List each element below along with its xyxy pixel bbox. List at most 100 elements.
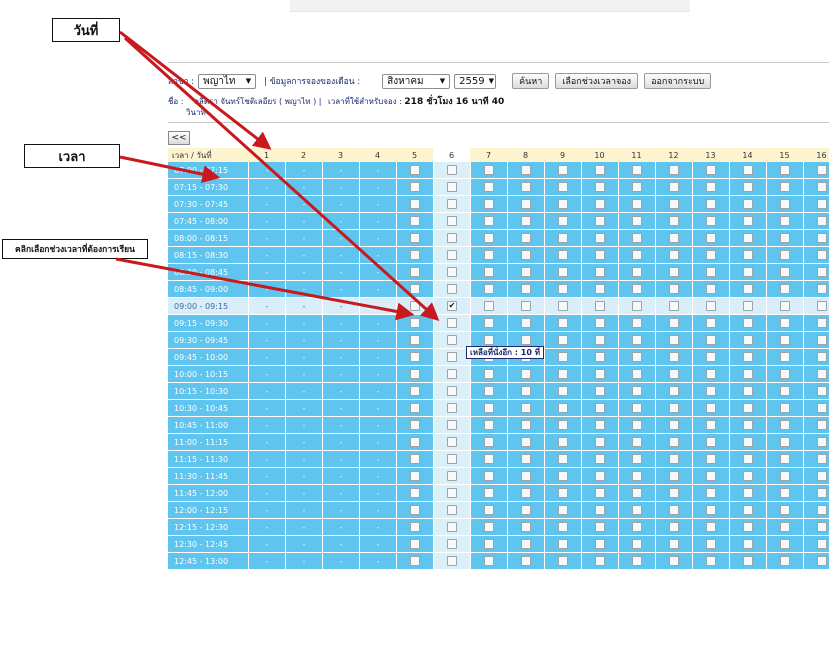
slot-checkbox[interactable] bbox=[521, 505, 531, 515]
slot-checkbox[interactable] bbox=[817, 335, 827, 345]
slot-checkbox[interactable] bbox=[521, 301, 531, 311]
slot-checkbox[interactable] bbox=[484, 301, 494, 311]
slot-checkbox[interactable] bbox=[447, 403, 457, 413]
slot-checkbox[interactable] bbox=[521, 471, 531, 481]
slot-checkbox[interactable] bbox=[521, 165, 531, 175]
slot-checkbox[interactable] bbox=[780, 505, 790, 515]
slot-checkbox[interactable] bbox=[817, 522, 827, 532]
slot-checkbox[interactable] bbox=[817, 556, 827, 566]
slot-checkbox[interactable] bbox=[410, 233, 420, 243]
slot-checkbox[interactable] bbox=[558, 369, 568, 379]
slot-checkbox[interactable] bbox=[632, 284, 642, 294]
slot-checkbox[interactable] bbox=[558, 233, 568, 243]
slot-checkbox[interactable] bbox=[743, 505, 753, 515]
slot-checkbox[interactable] bbox=[632, 216, 642, 226]
slot-checkbox[interactable] bbox=[484, 335, 494, 345]
slot-checkbox[interactable] bbox=[447, 352, 457, 362]
slot-checkbox[interactable] bbox=[780, 250, 790, 260]
slot-checkbox[interactable] bbox=[558, 437, 568, 447]
slot-checkbox[interactable] bbox=[558, 301, 568, 311]
slot-checkbox[interactable] bbox=[558, 250, 568, 260]
slot-checkbox[interactable] bbox=[780, 386, 790, 396]
previous-page-button[interactable]: << bbox=[168, 131, 190, 145]
slot-checkbox[interactable] bbox=[669, 335, 679, 345]
slot-checkbox[interactable] bbox=[817, 318, 827, 328]
slot-checkbox[interactable] bbox=[706, 233, 716, 243]
slot-checkbox[interactable] bbox=[410, 369, 420, 379]
slot-checkbox[interactable] bbox=[743, 437, 753, 447]
slot-checkbox[interactable] bbox=[632, 539, 642, 549]
slot-checkbox[interactable] bbox=[669, 454, 679, 464]
slot-checkbox[interactable] bbox=[706, 437, 716, 447]
slot-checkbox[interactable] bbox=[669, 556, 679, 566]
slot-checkbox[interactable] bbox=[410, 539, 420, 549]
slot-checkbox[interactable] bbox=[410, 335, 420, 345]
slot-checkbox[interactable] bbox=[410, 403, 420, 413]
slot-checkbox[interactable] bbox=[817, 250, 827, 260]
slot-checkbox[interactable] bbox=[743, 318, 753, 328]
slot-checkbox[interactable] bbox=[706, 471, 716, 481]
slot-checkbox[interactable] bbox=[447, 369, 457, 379]
slot-checkbox[interactable] bbox=[484, 233, 494, 243]
slot-checkbox[interactable] bbox=[484, 165, 494, 175]
slot-checkbox[interactable] bbox=[669, 522, 679, 532]
slot-checkbox[interactable] bbox=[558, 267, 568, 277]
slot-checkbox[interactable] bbox=[521, 318, 531, 328]
slot-checkbox[interactable] bbox=[817, 182, 827, 192]
slot-checkbox[interactable] bbox=[706, 182, 716, 192]
slot-checkbox[interactable] bbox=[669, 284, 679, 294]
slot-checkbox[interactable] bbox=[521, 522, 531, 532]
slot-checkbox[interactable] bbox=[558, 403, 568, 413]
slot-checkbox[interactable] bbox=[558, 505, 568, 515]
slot-checkbox[interactable] bbox=[595, 284, 605, 294]
slot-checkbox[interactable] bbox=[743, 471, 753, 481]
slot-checkbox[interactable] bbox=[521, 437, 531, 447]
slot-checkbox[interactable] bbox=[595, 522, 605, 532]
slot-checkbox[interactable] bbox=[669, 420, 679, 430]
slot-checkbox[interactable] bbox=[521, 233, 531, 243]
slot-checkbox[interactable] bbox=[595, 267, 605, 277]
slot-checkbox[interactable] bbox=[669, 505, 679, 515]
slot-checkbox[interactable] bbox=[447, 250, 457, 260]
slot-checkbox[interactable] bbox=[595, 403, 605, 413]
slot-checkbox[interactable] bbox=[558, 454, 568, 464]
slot-checkbox[interactable] bbox=[484, 539, 494, 549]
slot-checkbox[interactable] bbox=[595, 199, 605, 209]
slot-checkbox[interactable] bbox=[669, 437, 679, 447]
slot-checkbox[interactable] bbox=[410, 318, 420, 328]
slot-checkbox[interactable] bbox=[706, 556, 716, 566]
search-button[interactable]: ค้นหา bbox=[512, 73, 550, 89]
slot-checkbox[interactable] bbox=[780, 284, 790, 294]
slot-checkbox[interactable] bbox=[817, 199, 827, 209]
slot-checkbox[interactable] bbox=[706, 522, 716, 532]
slot-checkbox[interactable] bbox=[558, 165, 568, 175]
slot-checkbox[interactable] bbox=[632, 488, 642, 498]
slot-checkbox[interactable] bbox=[706, 267, 716, 277]
slot-checkbox[interactable] bbox=[410, 284, 420, 294]
slot-checkbox[interactable] bbox=[558, 488, 568, 498]
slot-checkbox[interactable] bbox=[521, 216, 531, 226]
slot-checkbox[interactable] bbox=[780, 454, 790, 464]
slot-checkbox[interactable] bbox=[780, 233, 790, 243]
slot-checkbox[interactable] bbox=[780, 369, 790, 379]
slot-checkbox[interactable] bbox=[410, 437, 420, 447]
slot-checkbox[interactable] bbox=[743, 216, 753, 226]
slot-checkbox[interactable] bbox=[632, 250, 642, 260]
slot-checkbox[interactable] bbox=[595, 386, 605, 396]
slot-checkbox[interactable] bbox=[484, 284, 494, 294]
slot-checkbox[interactable] bbox=[595, 454, 605, 464]
slot-checkbox[interactable] bbox=[521, 386, 531, 396]
slot-checkbox-checked[interactable]: ✔ bbox=[447, 301, 457, 311]
slot-checkbox[interactable] bbox=[669, 233, 679, 243]
slot-checkbox[interactable] bbox=[743, 301, 753, 311]
slot-checkbox[interactable] bbox=[410, 352, 420, 362]
slot-checkbox[interactable] bbox=[780, 267, 790, 277]
slot-checkbox[interactable] bbox=[484, 488, 494, 498]
slot-checkbox[interactable] bbox=[669, 216, 679, 226]
slot-checkbox[interactable] bbox=[706, 335, 716, 345]
slot-checkbox[interactable] bbox=[410, 199, 420, 209]
slot-checkbox[interactable] bbox=[521, 454, 531, 464]
slot-checkbox[interactable] bbox=[632, 369, 642, 379]
slot-checkbox[interactable] bbox=[558, 556, 568, 566]
slot-checkbox[interactable] bbox=[669, 182, 679, 192]
